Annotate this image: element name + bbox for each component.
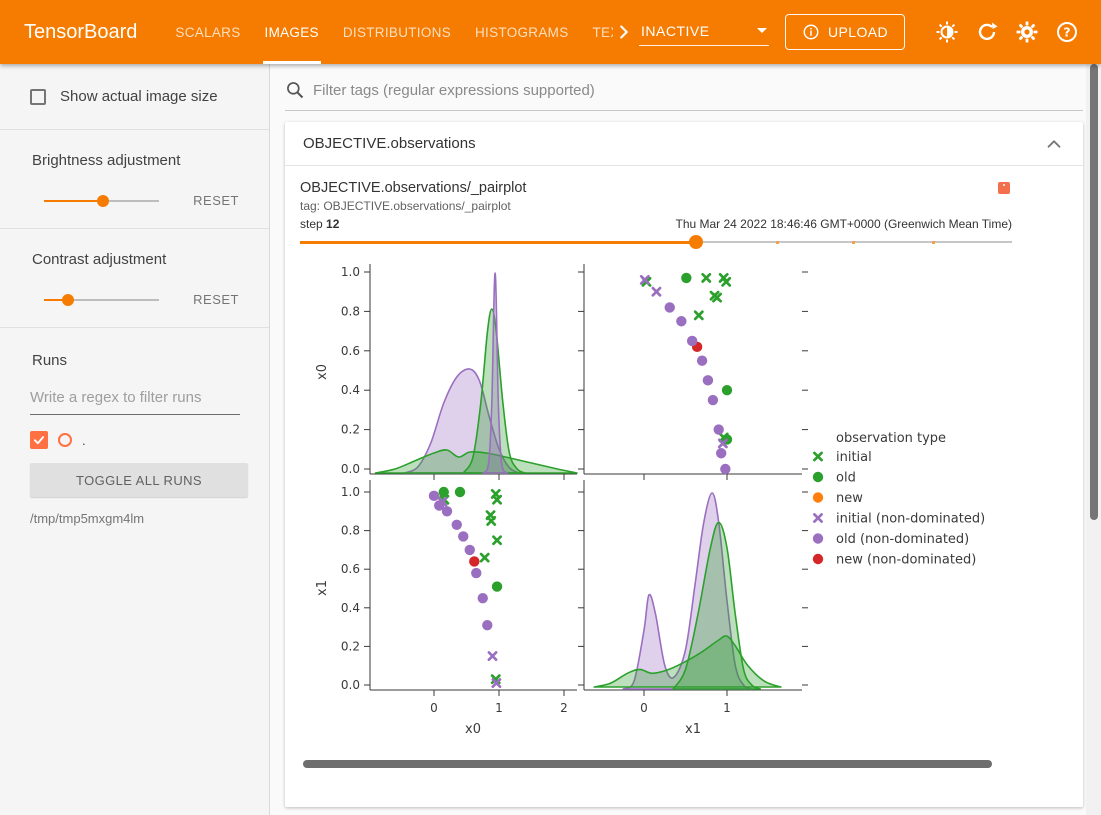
tag-group-title: OBJECTIVE.observations xyxy=(303,135,476,152)
svg-text:x0: x0 xyxy=(465,722,481,737)
vertical-scrollbar-thumb[interactable] xyxy=(1090,64,1098,520)
chevron-right-icon[interactable] xyxy=(613,21,635,43)
filter-tags-input[interactable] xyxy=(313,82,1083,99)
svg-text:x1: x1 xyxy=(685,722,701,737)
svg-text:0.6: 0.6 xyxy=(341,562,360,576)
timestamp: Thu Mar 24 2022 18:46:46 GMT+0000 (Green… xyxy=(675,217,1012,231)
refresh-button[interactable] xyxy=(967,12,1007,52)
runs-title: Runs xyxy=(32,352,239,369)
svg-text:0.4: 0.4 xyxy=(341,601,360,615)
svg-text:new: new xyxy=(836,491,863,506)
pairplot-figure: 0.0 0.0 0.2 0.2 0.4 0.4 0.6 0.6 0.8 0.8 1.0 1.0 0 1 2 0… xyxy=(300,254,1012,755)
svg-text:0.8: 0.8 xyxy=(341,524,360,538)
tag-group-header[interactable]: OBJECTIVE.observations xyxy=(285,122,1083,166)
tab-text[interactable]: TEXT xyxy=(581,0,614,64)
contrast-slider[interactable] xyxy=(44,294,159,306)
show-actual-size-label: Show actual image size xyxy=(60,88,218,105)
run-status-value: INACTIVE xyxy=(641,23,710,39)
svg-text:new (non-dominated): new (non-dominated) xyxy=(836,553,976,568)
svg-text:old (non-dominated): old (non-dominated) xyxy=(836,532,969,547)
brightness-slider[interactable] xyxy=(44,195,159,207)
step-slider-tick xyxy=(852,241,855,244)
contrast-reset-button[interactable]: RESET xyxy=(193,292,239,307)
svg-text:x1: x1 xyxy=(315,580,330,596)
contrast-label: Contrast adjustment xyxy=(32,251,239,268)
brightness-slider-thumb[interactable] xyxy=(97,195,109,207)
navbar-right-cluster: INACTIVE UPLOAD xyxy=(613,12,1087,52)
run-color-swatch xyxy=(58,433,72,447)
svg-text:x0: x0 xyxy=(315,364,330,380)
svg-text:old: old xyxy=(836,471,856,486)
svg-text:observation type: observation type xyxy=(836,431,946,446)
app-logo: TensorBoard xyxy=(24,21,137,44)
search-icon xyxy=(285,80,305,100)
upload-label: UPLOAD xyxy=(828,24,888,40)
image-tag-line: tag: OBJECTIVE.observations/_pairplot xyxy=(300,199,1083,213)
svg-text:0.0: 0.0 xyxy=(341,462,360,476)
vertical-scrollbar[interactable] xyxy=(1086,64,1101,815)
tab-scalars[interactable]: SCALARS xyxy=(163,0,252,64)
svg-text:0: 0 xyxy=(430,701,438,715)
info-icon xyxy=(802,23,820,41)
tab-histograms[interactable]: HISTOGRAMS xyxy=(463,0,581,64)
step-slider[interactable] xyxy=(300,234,1012,250)
run-name: . xyxy=(82,433,86,448)
upload-button[interactable]: UPLOAD xyxy=(785,14,905,50)
chevron-up-icon[interactable] xyxy=(1043,133,1065,155)
svg-text:0.0: 0.0 xyxy=(341,678,360,692)
pairplot-image: 0.0 0.0 0.2 0.2 0.4 0.4 0.6 0.6 0.8 0.8 1.0 1.0 0 1 2 0… xyxy=(300,254,1012,750)
step-slider-tick xyxy=(932,241,935,244)
page-content: Show actual image size Brightness adjust… xyxy=(0,64,1101,815)
run-color-pin-icon xyxy=(998,182,1010,194)
brightness-icon xyxy=(935,20,959,44)
step-slider-tick xyxy=(776,241,779,244)
svg-text:0.2: 0.2 xyxy=(341,423,360,437)
step-indicator: step 12 xyxy=(300,217,339,231)
help-icon: ? xyxy=(1055,20,1079,44)
brightness-label: Brightness adjustment xyxy=(32,152,239,169)
step-slider-thumb[interactable] xyxy=(689,235,703,249)
toggle-all-runs-button[interactable]: TOGGLE ALL RUNS xyxy=(30,463,248,497)
svg-text:0.6: 0.6 xyxy=(341,344,360,358)
svg-text:0.8: 0.8 xyxy=(341,304,360,318)
check-icon xyxy=(32,433,46,447)
image-card-title: OBJECTIVE.observations/_pairplot xyxy=(300,180,1083,196)
log-directory: /tmp/tmp5mxgm4lm xyxy=(30,511,239,526)
sidebar: Show actual image size Brightness adjust… xyxy=(0,64,270,815)
horizontal-scrollbar-thumb[interactable] xyxy=(303,760,992,768)
refresh-icon xyxy=(975,20,999,44)
image-card-body: OBJECTIVE.observations/_pairplot tag: OB… xyxy=(285,166,1083,768)
step-value: 12 xyxy=(326,217,339,231)
svg-text:1.0: 1.0 xyxy=(341,265,360,279)
svg-text:?: ? xyxy=(1063,25,1070,40)
main-panel: OBJECTIVE.observations OBJECTIVE.observa… xyxy=(270,64,1101,815)
svg-text:0: 0 xyxy=(640,701,648,715)
run-status-select[interactable]: INACTIVE xyxy=(639,19,769,46)
svg-text:2: 2 xyxy=(560,701,568,715)
filter-tags-row xyxy=(285,80,1083,111)
brightness-toggle-button[interactable] xyxy=(927,12,967,52)
tag-group-card: OBJECTIVE.observations OBJECTIVE.observa… xyxy=(285,122,1083,807)
navbar: TensorBoard SCALARS IMAGES DISTRIBUTIONS… xyxy=(0,0,1101,64)
contrast-slider-thumb[interactable] xyxy=(62,294,74,306)
show-actual-size-checkbox[interactable] xyxy=(30,89,46,105)
runs-filter-input[interactable] xyxy=(30,387,240,415)
gear-icon xyxy=(1015,20,1039,44)
svg-text:1.0: 1.0 xyxy=(341,485,360,499)
horizontal-scrollbar[interactable] xyxy=(300,760,1012,768)
svg-text:0.2: 0.2 xyxy=(341,639,360,653)
svg-text:initial (non-dominated): initial (non-dominated) xyxy=(836,512,985,527)
help-button[interactable]: ? xyxy=(1047,12,1087,52)
svg-text:initial: initial xyxy=(836,450,872,465)
tab-bar: SCALARS IMAGES DISTRIBUTIONS HISTOGRAMS … xyxy=(163,0,613,64)
tab-images[interactable]: IMAGES xyxy=(253,0,331,64)
brightness-reset-button[interactable]: RESET xyxy=(193,193,239,208)
settings-button[interactable] xyxy=(1007,12,1047,52)
svg-text:1: 1 xyxy=(495,701,503,715)
run-checkbox[interactable] xyxy=(30,431,48,449)
svg-text:1: 1 xyxy=(723,701,731,715)
tab-distributions[interactable]: DISTRIBUTIONS xyxy=(331,0,463,64)
svg-text:0.4: 0.4 xyxy=(341,383,360,397)
chevron-down-icon xyxy=(757,28,767,33)
